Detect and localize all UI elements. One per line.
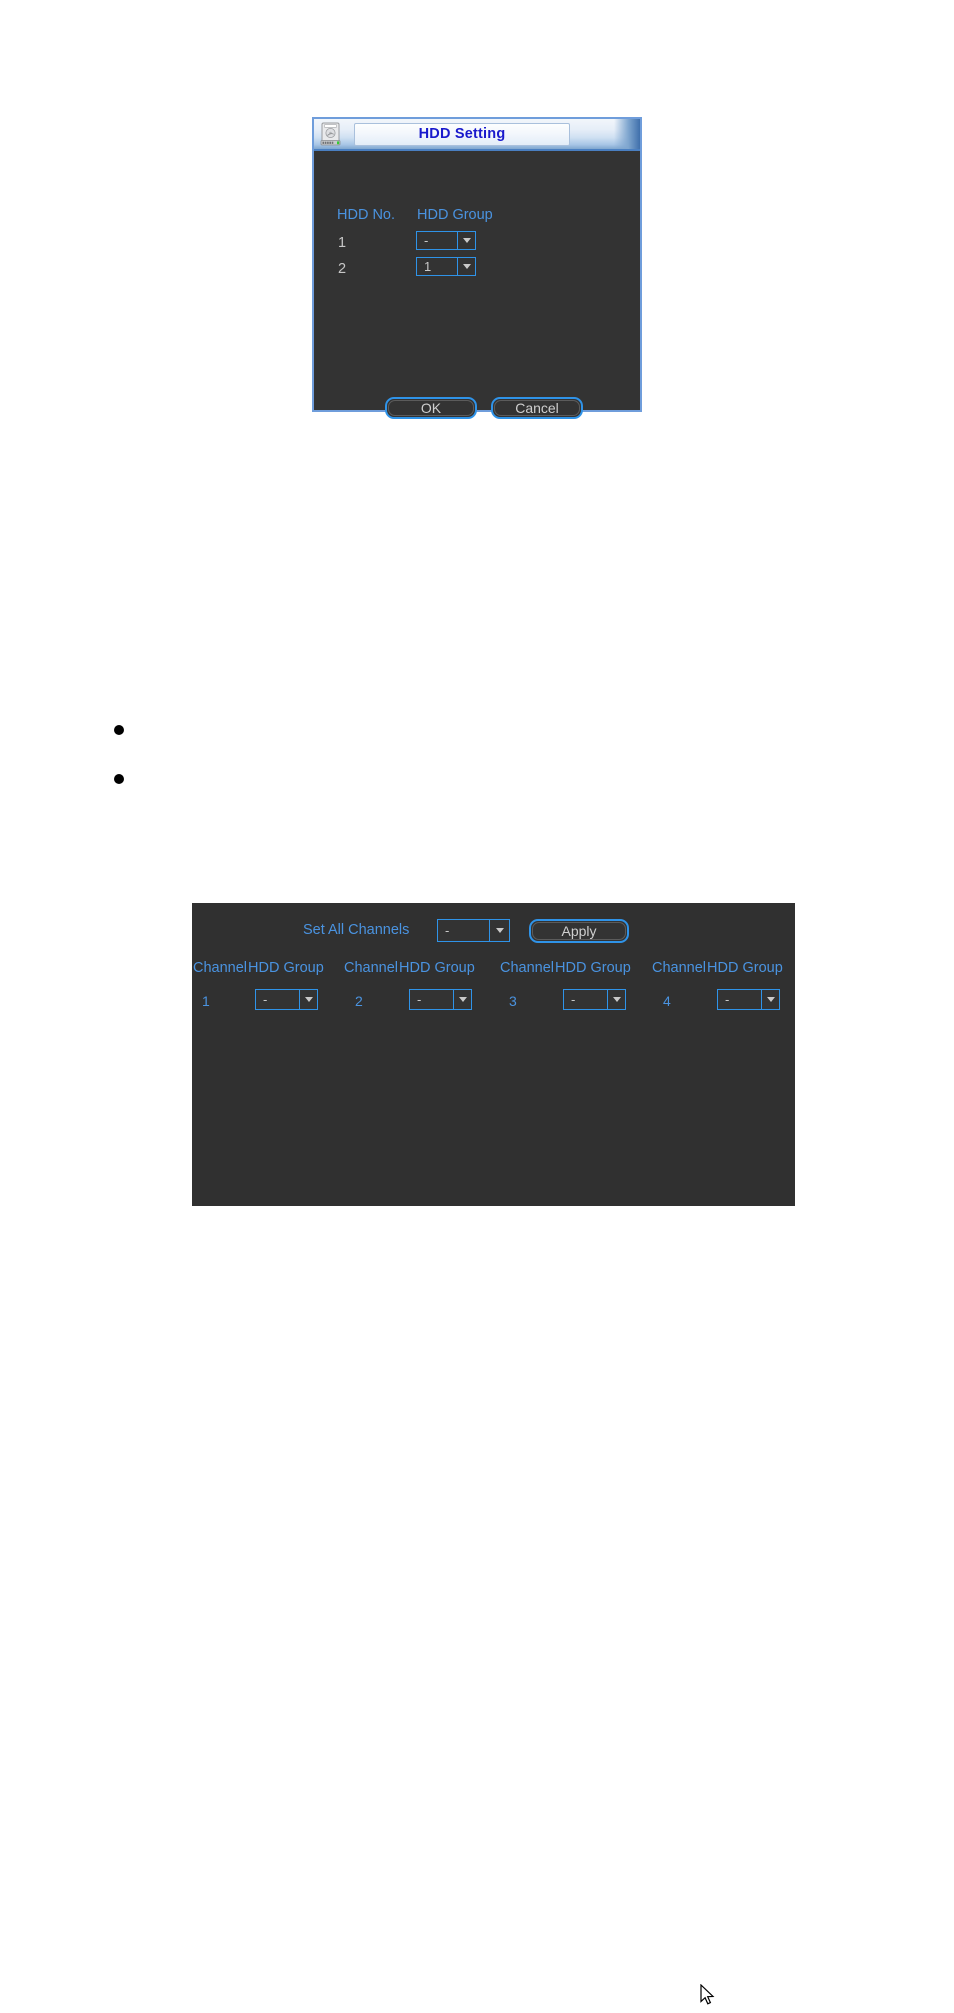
hdd-row-2-number: 2: [338, 261, 347, 277]
cancel-button[interactable]: Cancel: [491, 397, 583, 419]
dialog-body: HDD No. HDD Group 1 - 2 1 OK Cancel: [314, 151, 640, 419]
chevron-down-icon[interactable]: [457, 232, 475, 249]
chevron-down-icon[interactable]: [489, 920, 509, 941]
channel-column-header: Channel: [344, 960, 399, 976]
channel-hdd-group-panel: Set All Channels - Apply Channel HDD Gro…: [192, 903, 795, 2005]
column-header-group-2: Channel HDD Group: [344, 961, 475, 976]
arrow-pointer-icon: [700, 1983, 716, 2008]
apply-button-label: Apply: [561, 923, 597, 939]
apply-button[interactable]: Apply: [529, 919, 629, 943]
channel-1-hdd-group-value: -: [263, 992, 268, 1007]
set-all-channels-label: Set All Channels: [303, 922, 410, 938]
channel-1-number: 1: [202, 993, 210, 1009]
channel-3-hdd-group-value: -: [571, 992, 576, 1007]
hdd-group-column-header: HDD Group: [707, 960, 783, 976]
hdd-group-column-header: HDD Group: [417, 207, 493, 223]
hdd-row-1-group-value: -: [424, 233, 429, 248]
set-all-channels-select[interactable]: -: [437, 919, 510, 942]
channel-2-number: 2: [355, 993, 363, 1009]
chevron-down-icon[interactable]: [453, 990, 471, 1009]
hdd-group-column-header: HDD Group: [399, 960, 475, 976]
channel-column-header: Channel: [193, 960, 248, 976]
chevron-down-icon[interactable]: [299, 990, 317, 1009]
set-all-channels-value: -: [445, 923, 450, 938]
hdd-row-2-group-value: 1: [424, 259, 432, 274]
hdd-row-1-number: 1: [338, 235, 347, 251]
chevron-down-icon[interactable]: [761, 990, 779, 1009]
hdd-row-2-group-select[interactable]: 1: [416, 257, 476, 276]
cancel-button-label: Cancel: [515, 400, 559, 416]
column-header-group-4: Channel HDD Group: [652, 961, 783, 976]
column-header-group-3: Channel HDD Group: [500, 961, 631, 976]
hdd-group-column-header: HDD Group: [248, 960, 324, 976]
channel-4-hdd-group-value: -: [725, 992, 730, 1007]
dialog-title-plate: HDD Setting: [354, 122, 570, 146]
channel-2-hdd-group-value: -: [417, 992, 422, 1007]
hdd-group-column-header: HDD Group: [555, 960, 631, 976]
hdd-row-1-group-select[interactable]: -: [416, 231, 476, 250]
column-header-group-1: Channel HDD Group: [193, 961, 324, 976]
channel-4-hdd-group-select[interactable]: -: [717, 989, 780, 1010]
hard-disk-icon: [318, 121, 344, 147]
dialog-titlebar: HDD Setting: [314, 119, 640, 151]
channel-3-hdd-group-select[interactable]: -: [563, 989, 626, 1010]
page-title: HDD Setting: [418, 125, 506, 142]
channel-column-header: Channel: [652, 960, 707, 976]
chevron-down-icon[interactable]: [457, 258, 475, 275]
channel-column-header: Channel: [500, 960, 555, 976]
hdd-setting-dialog: HDD Setting HDD No. HDD Group 1 - 2 1 OK…: [312, 117, 642, 419]
chevron-down-icon[interactable]: [607, 990, 625, 1009]
channel-2-hdd-group-select[interactable]: -: [409, 989, 472, 1010]
ok-button-label: OK: [420, 400, 442, 416]
ok-button[interactable]: OK: [385, 397, 477, 419]
bullet-point-1: [114, 725, 124, 735]
channel-3-number: 3: [509, 993, 517, 1009]
channel-1-hdd-group-select[interactable]: -: [255, 989, 318, 1010]
hdd-no-column-header: HDD No.: [337, 207, 396, 223]
channel-4-number: 4: [663, 993, 671, 1009]
bullet-point-2: [114, 774, 124, 784]
